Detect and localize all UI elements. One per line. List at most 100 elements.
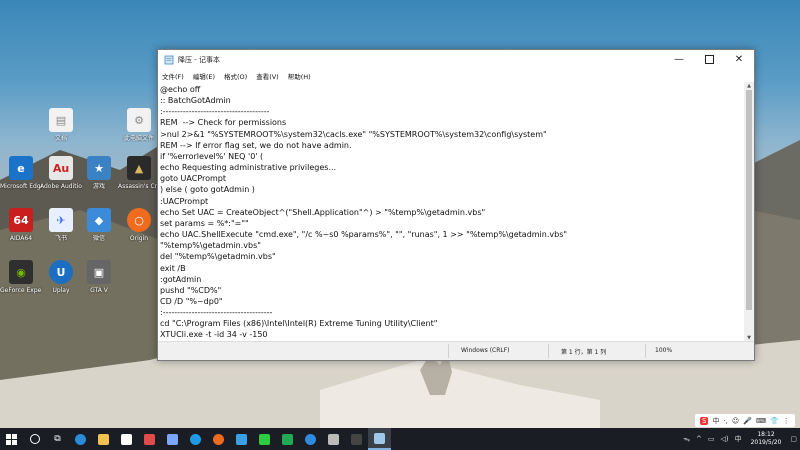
input-language[interactable]: 中 <box>735 434 742 444</box>
app-green-icon <box>282 433 293 445</box>
show-hidden-icons[interactable]: ^ <box>696 435 702 443</box>
wechat-icon: ◆ <box>87 208 111 232</box>
notepad-icon <box>164 55 174 64</box>
ime-mode-icon[interactable]: 中 <box>712 416 719 426</box>
vertical-scrollbar[interactable]: ▲ ▼ <box>744 82 754 342</box>
taskbar-store[interactable] <box>115 428 138 450</box>
app-dark-icon <box>328 433 339 445</box>
clock-time: 18:12 <box>757 431 775 438</box>
network-icon[interactable]: ▭ <box>708 435 715 443</box>
desktop-icon-edge[interactable]: e Microsoft Edge <box>0 156 42 190</box>
notification-icon[interactable]: ▢ <box>790 435 797 443</box>
code-line: ) else ( goto gotAdmin ) <box>160 185 255 195</box>
maximize-button[interactable] <box>694 50 724 69</box>
desktop-icon-document[interactable]: ▤ 文档 <box>40 108 82 142</box>
code-line: set params = %*:"="" <box>160 218 249 228</box>
code-line: :UACPrompt <box>160 196 209 206</box>
code-line: XTUCli.exe -t -id 34 -v -150 <box>160 330 268 340</box>
taskbar-browser[interactable] <box>184 428 207 450</box>
skin-icon[interactable]: 👕 <box>770 417 779 425</box>
punctuation-icon[interactable]: ·, <box>723 417 727 425</box>
taskbar-app-circle[interactable] <box>299 428 322 450</box>
folder-icon <box>98 433 109 445</box>
code-line: goto UACPrompt <box>160 174 227 184</box>
keyboard-icon[interactable]: ⌨ <box>756 417 766 425</box>
taskbar-origin[interactable] <box>207 428 230 450</box>
desktop-icon-assassins-creed[interactable]: ▲ Assassin's Creed <box>118 156 160 190</box>
code-line: cd "C:\Program Files (x86)\Intel\Intel(R… <box>160 319 438 329</box>
taskbar-app-green[interactable] <box>276 428 299 450</box>
status-encoding: Windows (CRLF) <box>461 347 510 354</box>
task-view-button[interactable]: ⧉ <box>46 428 69 450</box>
title-bar[interactable]: 降压 - 记事本 — ✕ <box>158 50 754 69</box>
close-button[interactable]: ✕ <box>724 50 754 69</box>
clock[interactable]: 18:12 2019/5/20 <box>751 431 782 447</box>
microphone-icon[interactable]: 🎤 <box>743 417 752 425</box>
notepad-window: 降压 - 记事本 — ✕ 文件(F) 编辑(E) 格式(O) 查看(V) 帮助(… <box>157 49 755 361</box>
code-line: pushd "%CD%" <box>160 285 222 295</box>
desktop-icon-gta[interactable]: ▣ GTA V <box>78 260 120 294</box>
code-line: REM --> Check for permissions <box>160 118 287 128</box>
desktop-icon-geforce[interactable]: ◉ GeForce Experience <box>0 260 42 294</box>
emoji-icon[interactable]: ☺ <box>732 417 739 425</box>
star-icon <box>236 433 247 445</box>
menu-view[interactable]: 查看(V) <box>256 71 279 81</box>
people-icon[interactable]: ᯓ <box>683 435 690 444</box>
sogou-icon[interactable]: S <box>700 416 709 425</box>
code-line: del "%temp%\getadmin.vbs" <box>160 252 276 262</box>
search-button[interactable] <box>23 428 46 450</box>
taskbar-wechat[interactable] <box>253 428 276 450</box>
audition-icon: Au <box>49 156 73 180</box>
scrollbar-thumb[interactable] <box>746 90 752 310</box>
volume-icon[interactable]: ◁) <box>720 435 728 443</box>
close-icon: ✕ <box>734 54 744 65</box>
taskbar-app-black[interactable] <box>345 428 368 450</box>
photos-icon <box>144 433 155 445</box>
uplay-icon: U <box>49 260 73 284</box>
task-view-icon: ⧉ <box>54 434 61 444</box>
desktop-icon-audition[interactable]: Au Adobe Audition <box>40 156 82 190</box>
desktop-icon-games[interactable]: ★ 游戏 <box>78 156 120 190</box>
start-button[interactable] <box>0 428 23 450</box>
menu-edit[interactable]: 编辑(E) <box>193 71 215 81</box>
status-position: 第 1 行，第 1 列 <box>561 349 607 356</box>
desktop-icon-aida64[interactable]: 64 AIDA64 <box>0 208 42 242</box>
desktop-icon-uplay[interactable]: U Uplay <box>40 260 82 294</box>
app-circle-icon <box>305 433 316 445</box>
taskbar: ⧉ ᯓ ^ ▭ ◁) 中 18:12 2019/5/20 ▢ <box>0 428 800 450</box>
text-editor[interactable]: @echo off :: BatchGotAdmin :------------… <box>158 82 744 342</box>
code-line: :: BatchGotAdmin <box>160 96 231 106</box>
desktop-icon-origin[interactable]: ○ Origin <box>118 208 160 242</box>
status-divider <box>548 344 549 358</box>
assassins-creed-icon: ▲ <box>127 156 151 180</box>
origin-icon: ○ <box>127 208 151 232</box>
desktop-icon-wechat[interactable]: ◆ 微信 <box>78 208 120 242</box>
minimize-button[interactable]: — <box>664 50 694 69</box>
taskbar-edge[interactable] <box>69 428 92 450</box>
menu-format[interactable]: 格式(O) <box>224 71 247 81</box>
more-icon[interactable]: ⋮ <box>783 417 790 425</box>
code-line: if '%errorlevel%' NEQ '0' ( <box>160 151 264 161</box>
origin-icon <box>213 433 224 445</box>
document-icon: ▤ <box>49 108 73 132</box>
scroll-up-icon[interactable]: ▲ <box>744 82 754 90</box>
menu-file[interactable]: 文件(F) <box>162 71 184 81</box>
menu-bar: 文件(F) 编辑(E) 格式(O) 查看(V) 帮助(H) <box>158 69 754 82</box>
wechat-icon <box>259 433 270 445</box>
taskbar-file-explorer[interactable] <box>92 428 115 450</box>
notepad-icon <box>374 432 385 444</box>
minimize-icon: — <box>674 54 684 65</box>
taskbar-app-dark[interactable] <box>322 428 345 450</box>
code-line: :gotAdmin <box>160 274 202 284</box>
taskbar-notepad[interactable] <box>368 428 391 450</box>
desktop-icon-feishu[interactable]: ✈ 飞书 <box>40 208 82 242</box>
taskbar-app-blue[interactable] <box>230 428 253 450</box>
code-line: echo UAC.ShellExecute "cmd.exe", "/c %~s… <box>160 230 568 240</box>
code-line: :-------------------------------------- <box>160 308 273 318</box>
search-icon <box>29 434 40 444</box>
menu-help[interactable]: 帮助(H) <box>288 71 311 81</box>
desktop-icon-files[interactable]: ⚙ 此电脑文件 <box>118 108 160 142</box>
taskbar-feishu[interactable] <box>161 428 184 450</box>
code-line: exit /B <box>160 263 186 273</box>
taskbar-photos[interactable] <box>138 428 161 450</box>
